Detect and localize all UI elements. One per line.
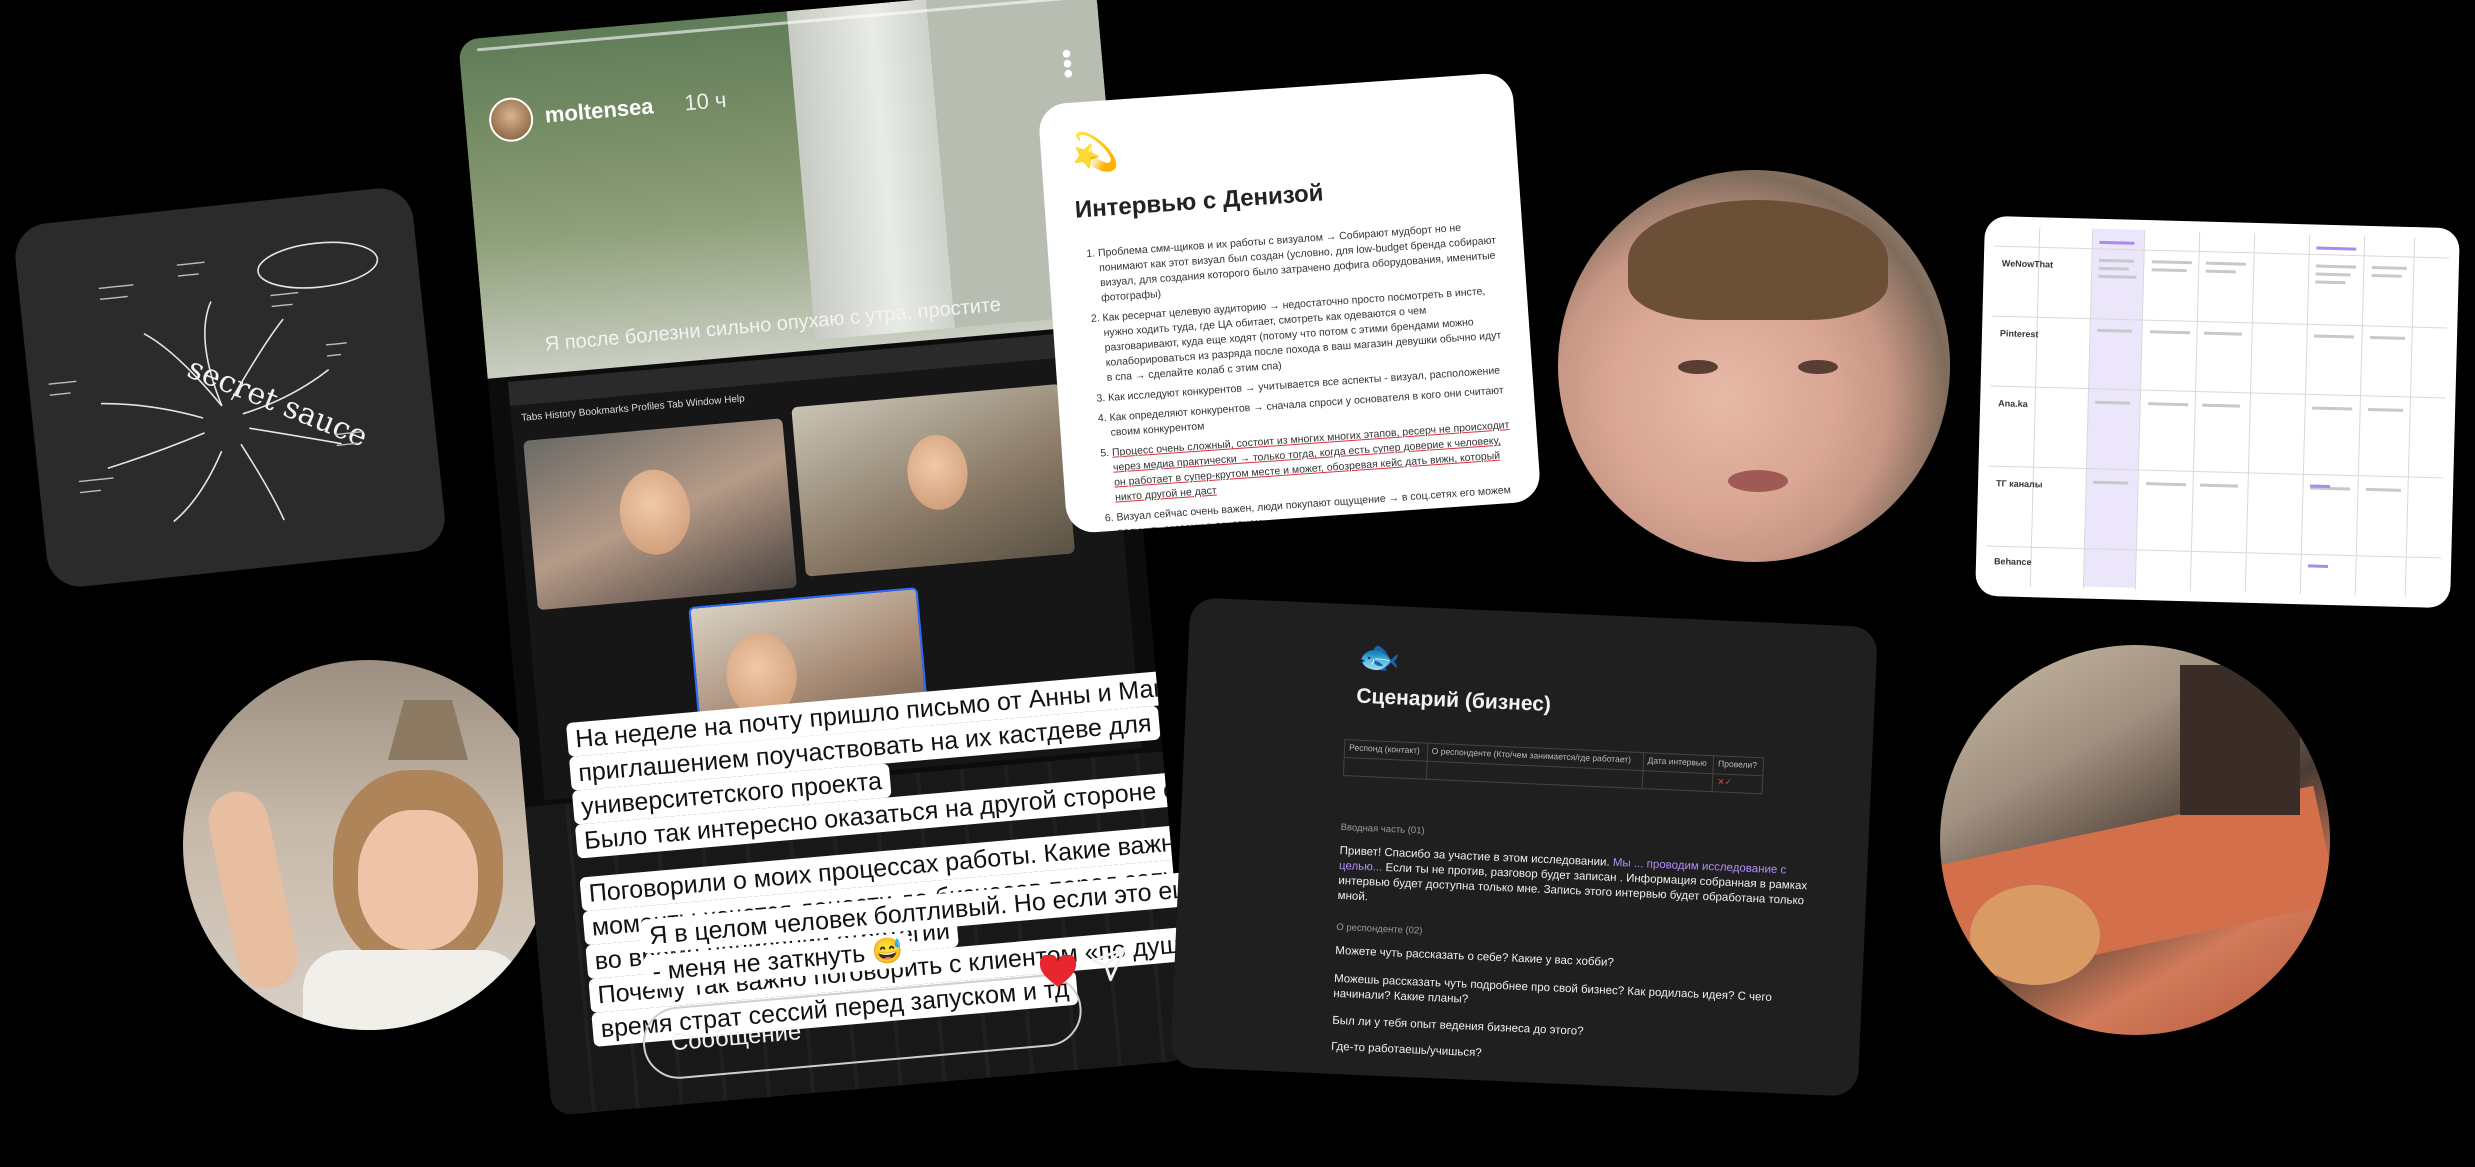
- secret-sauce-card: secret sauce ▔▔▔▔▔ ▔▔▔▔ ▔▔▔▔ ▔▔▔ ▔▔▔▔ ▔▔▔ ▔…: [12, 185, 448, 590]
- mouth: [1728, 470, 1788, 492]
- research-table-card: WeNowThat Pinterest Ana.ka ТГ каналы Beh…: [1975, 215, 2460, 609]
- canvas: secret sauce ▔▔▔▔▔ ▔▔▔▔ ▔▔▔▔ ▔▔▔ ▔▔▔▔ ▔▔▔ ▔…: [0, 0, 2475, 1167]
- table-row-label: Behance: [1993, 556, 2032, 568]
- doorway: [2180, 665, 2300, 815]
- table-header: Провели?: [1713, 755, 1764, 776]
- face-photo-circle: [1558, 170, 1950, 562]
- eye-right: [1798, 360, 1838, 374]
- table-row-label: WeNowThat: [2001, 258, 2054, 270]
- document-title: Интервью с Денизой: [1074, 179, 1325, 224]
- respondent-table: Респонд (контакт) О респонденте (Кто/чем…: [1343, 739, 1764, 794]
- send-icon[interactable]: [1090, 945, 1128, 983]
- scenario-title: Сценарий (бизнес): [1355, 684, 1552, 717]
- intro-paragraph: Привет! Спасибо за участие в этом исслед…: [1337, 844, 1809, 924]
- face: [358, 810, 478, 950]
- section-label: Вводная часть (01): [1340, 821, 1425, 837]
- hair: [1628, 200, 1888, 320]
- message-placeholder: Сообщение: [669, 1018, 803, 1057]
- lamp-shade: [388, 700, 468, 760]
- table-cell[interactable]: [1641, 770, 1714, 792]
- cat: [1970, 885, 2100, 985]
- table-row-label: Pinterest: [1999, 328, 2039, 340]
- girl-photo-circle: [183, 660, 553, 1030]
- raised-hand: [202, 785, 304, 995]
- table-row-label: Ana.ka: [1998, 398, 2028, 410]
- status-mark: ✕✓: [1717, 776, 1732, 787]
- question: Можешь рассказать чуть подробнее про сво…: [1333, 972, 1773, 1006]
- interview-document: 💫 Интервью с Денизой Проблема смм-щиков …: [1037, 71, 1542, 535]
- eye-left: [1678, 360, 1718, 374]
- interview-notes-list: Проблема смм-щиков и их работы с визуало…: [1088, 218, 1522, 534]
- shirt: [303, 950, 523, 1030]
- heart-icon[interactable]: [1040, 955, 1076, 989]
- fish-icon: 🐟: [1357, 637, 1402, 678]
- business-scenario-card: 🐟 Сценарий (бизнес) Респонд (контакт) О …: [1170, 597, 1878, 1097]
- section-label: О респонденте (02): [1336, 921, 1423, 937]
- table-grid: [1986, 227, 2450, 597]
- table-row-label: ТГ каналы: [1995, 478, 2043, 490]
- table-cell[interactable]: [1343, 757, 1427, 780]
- cat-photo-circle: [1940, 645, 2330, 1035]
- dizzy-star-icon: 💫: [1069, 130, 1120, 176]
- status-cell[interactable]: ✕✓: [1712, 773, 1763, 794]
